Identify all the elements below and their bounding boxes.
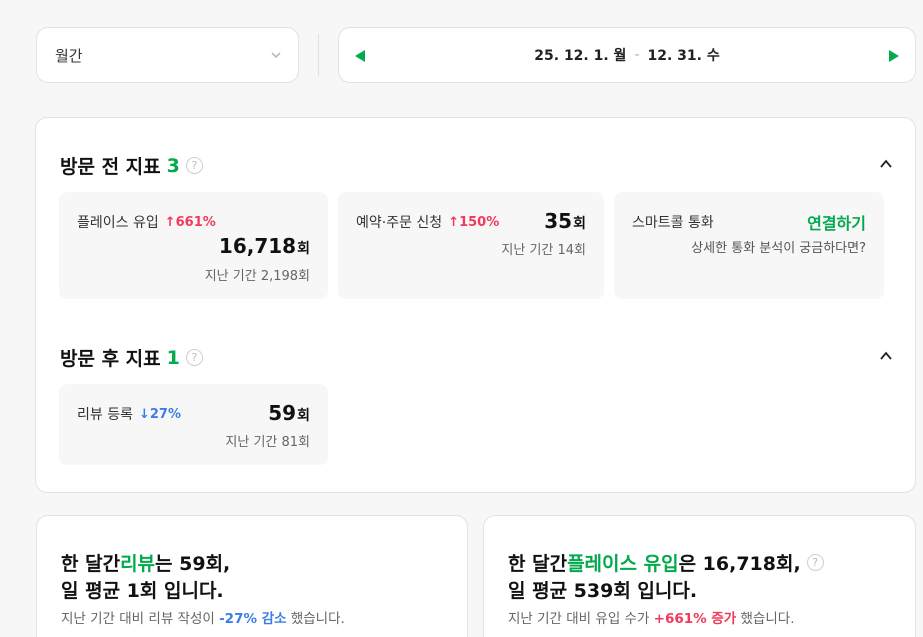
- tile-label-text: 플레이스 유입: [77, 215, 159, 231]
- tile-label: 스마트콜 통화: [632, 212, 714, 232]
- tile-value-unit: 회: [297, 241, 310, 257]
- tile-label-text: 스마트콜 통화: [632, 215, 714, 231]
- summary-line-1: 한 달간 플레이스 유입 은 16,718회, ?: [508, 549, 824, 576]
- tile-value: 16,718회: [219, 234, 310, 258]
- tile-review-registration[interactable]: 리뷰 등록 ↓27% 59회 지난 기간 81회: [59, 384, 328, 465]
- tile-previous: 지난 기간 2,198회: [204, 269, 310, 284]
- date-range-end: 12. 31. 수: [647, 48, 720, 64]
- summary-line-1: 한 달간 리뷰 는 59회,: [61, 549, 230, 576]
- date-range-separator: -: [634, 47, 640, 63]
- tile-value: 35회: [544, 209, 586, 233]
- summary-text: 한 달간: [508, 553, 568, 575]
- collapse-chevron-up-icon[interactable]: [879, 349, 893, 363]
- summary-change-value: +661% 증가: [653, 611, 737, 627]
- summary-card-review: 한 달간 리뷰 는 59회, 일 평균 1회 입니다. 지난 기간 대비 리뷰 …: [36, 515, 468, 637]
- tile-label-text: 리뷰 등록: [77, 407, 133, 423]
- pre-visit-section-title: 방문 전 지표 3 ?: [60, 152, 203, 179]
- summary-foot-text: 했습니다.: [736, 611, 795, 627]
- summary-foot-text: 지난 기간 대비 리뷰 작성이: [61, 611, 220, 627]
- change-down-badge: ↓27%: [138, 406, 181, 422]
- divider: [318, 34, 319, 76]
- tile-reservation-order[interactable]: 예약·주문 신청 ↑150% 35회 지난 기간 14회: [338, 192, 604, 299]
- tile-label-text: 예약·주문 신청: [356, 215, 443, 231]
- period-select[interactable]: 월간: [36, 27, 299, 83]
- post-visit-title: 방문 후 지표: [60, 348, 161, 370]
- summary-card-inflow: 한 달간 플레이스 유입 은 16,718회, ? 일 평균 539회 입니다.…: [483, 515, 916, 637]
- tile-previous: 지난 기간 14회: [501, 243, 586, 258]
- metrics-card: 방문 전 지표 3 ? 플레이스 유입 ↑661% 16,718회 지난 기간 …: [35, 117, 916, 493]
- prev-period-arrow-icon[interactable]: [355, 50, 365, 62]
- tile-label: 플레이스 유입 ↑661%: [77, 212, 216, 232]
- summary-line-2: 일 평균 1회 입니다.: [61, 580, 224, 602]
- chevron-down-icon: [271, 52, 281, 59]
- tile-smart-call: 스마트콜 통화 연결하기 상세한 통화 분석이 궁금하다면?: [614, 192, 884, 299]
- tile-value-number: 16,718: [218, 234, 297, 258]
- help-icon[interactable]: ?: [185, 157, 203, 174]
- summary-footnote: 지난 기간 대비 리뷰 작성이 -27% 감소 했습니다.: [61, 607, 345, 627]
- pre-visit-title: 방문 전 지표: [60, 156, 161, 178]
- tile-place-inflow[interactable]: 플레이스 유입 ↑661% 16,718회 지난 기간 2,198회: [59, 192, 328, 299]
- summary-footnote: 지난 기간 대비 유입 수가 +661% 증가 했습니다.: [508, 607, 794, 627]
- collapse-chevron-up-icon[interactable]: [879, 157, 893, 171]
- post-visit-section-title: 방문 후 지표 1 ?: [60, 344, 203, 371]
- change-up-badge: ↑661%: [164, 214, 216, 230]
- summary-foot-text: 했습니다.: [286, 611, 345, 627]
- summary-line-2: 일 평균 539회 입니다.: [508, 580, 698, 602]
- summary-text: 는 59회,: [155, 553, 231, 575]
- tile-subtext: 상세한 통화 분석이 궁금하다면?: [691, 241, 866, 256]
- next-period-arrow-icon[interactable]: [889, 50, 899, 62]
- date-range-start: 25. 12. 1. 월: [534, 48, 627, 64]
- help-icon[interactable]: ?: [806, 554, 824, 571]
- change-up-badge: ↑150%: [448, 214, 500, 230]
- tile-value-unit: 회: [573, 216, 586, 232]
- period-select-value: 월간: [55, 46, 83, 65]
- tile-value-number: 59: [268, 401, 297, 425]
- tile-value-unit: 회: [297, 408, 310, 424]
- post-visit-count: 1: [166, 346, 180, 369]
- tile-value: 59회: [268, 401, 310, 425]
- tile-previous: 지난 기간 81회: [225, 435, 310, 450]
- tile-value-number: 35: [544, 209, 573, 233]
- tile-label: 리뷰 등록 ↓27%: [77, 404, 181, 424]
- tile-label: 예약·주문 신청 ↑150%: [356, 212, 499, 232]
- pre-visit-count: 3: [166, 154, 180, 177]
- summary-highlight: 리뷰: [120, 553, 156, 575]
- summary-foot-text: 지난 기간 대비 유입 수가: [508, 611, 654, 627]
- summary-highlight: 플레이스 유입: [567, 553, 679, 575]
- help-icon[interactable]: ?: [185, 349, 203, 366]
- connect-link[interactable]: 연결하기: [807, 210, 866, 234]
- summary-change-value: -27% 감소: [219, 611, 287, 627]
- summary-text: 은 16,718회,: [678, 553, 801, 575]
- summary-text: 한 달간: [61, 553, 121, 575]
- date-range-nav: 25. 12. 1. 월 - 12. 31. 수: [338, 27, 916, 83]
